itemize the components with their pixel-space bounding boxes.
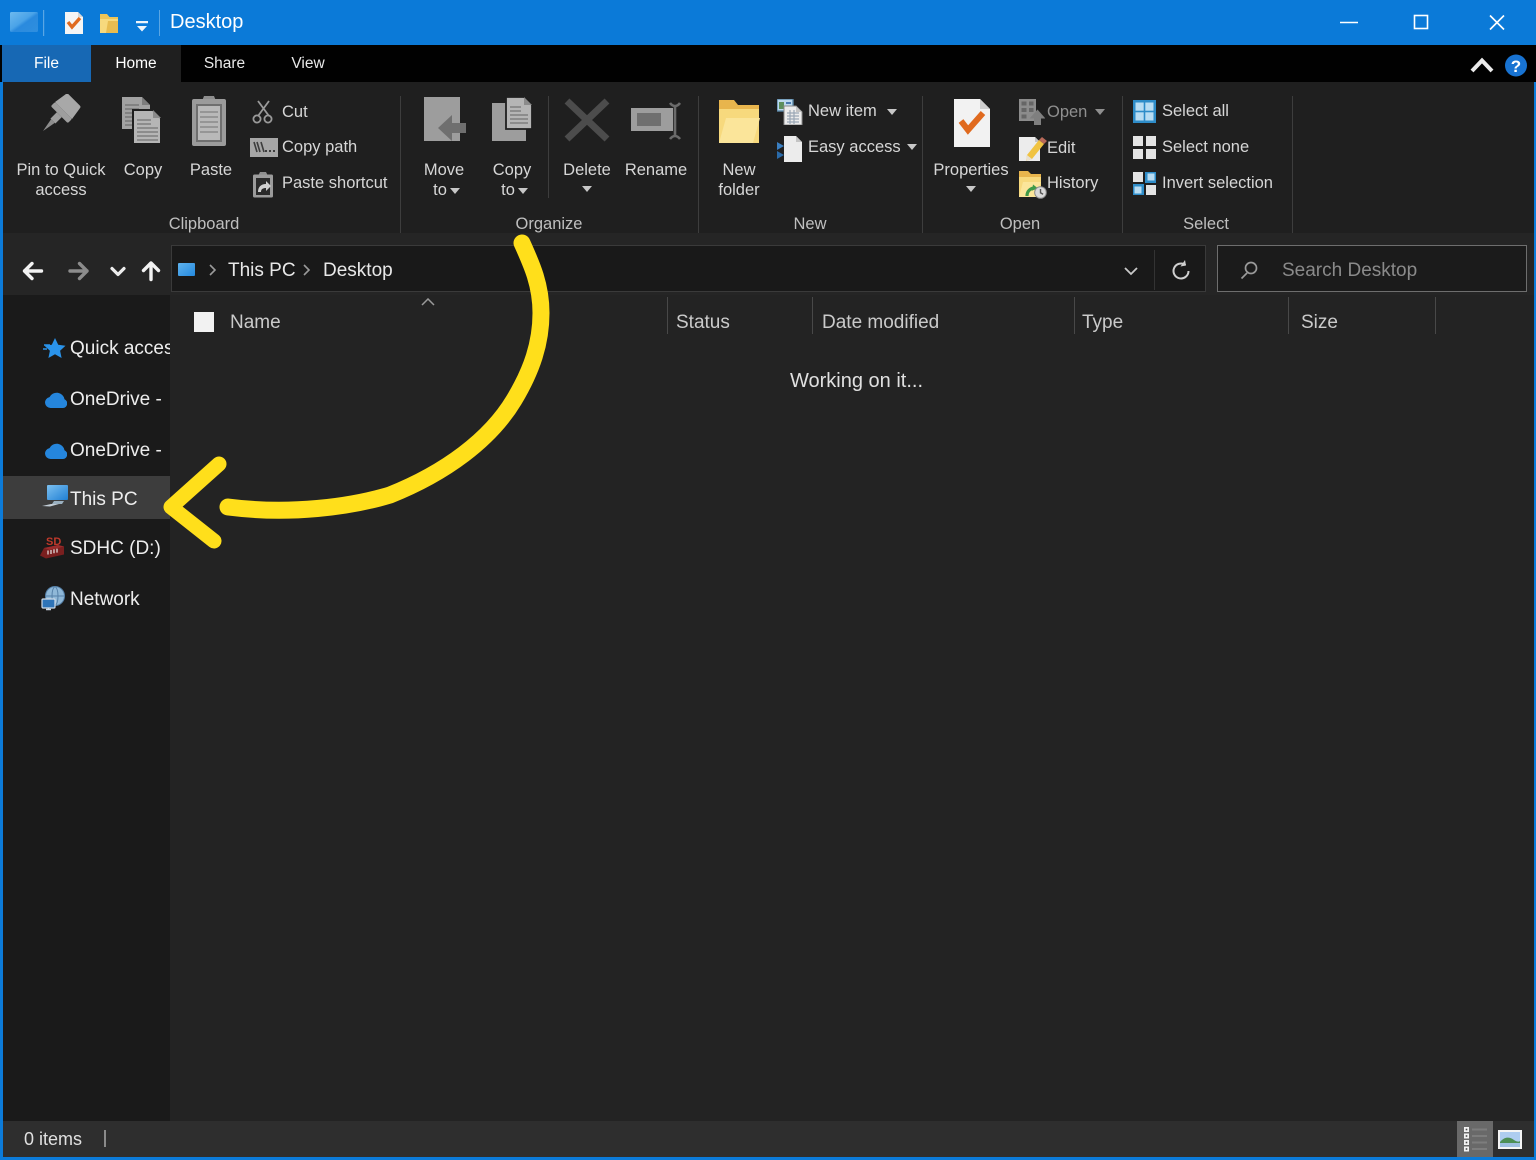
svg-text:?: ?: [1511, 57, 1521, 76]
